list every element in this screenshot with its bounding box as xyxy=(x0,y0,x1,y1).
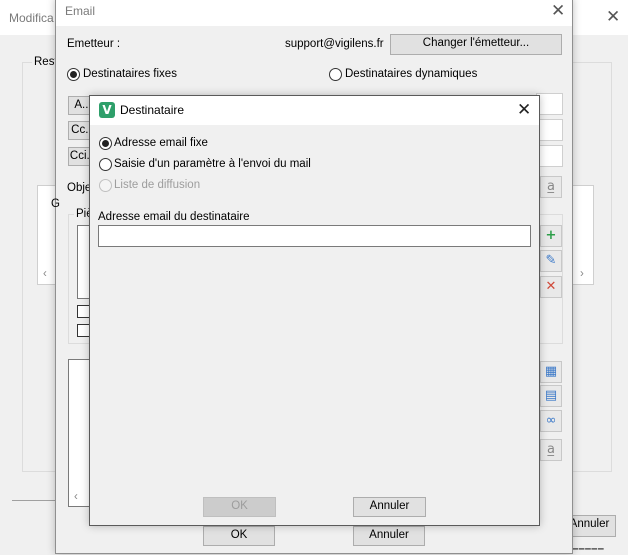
email-close-icon[interactable]: ✕ xyxy=(551,3,565,20)
email-titlebar xyxy=(56,0,572,26)
emetteur-value: support@vigilens.fr xyxy=(285,38,384,50)
background-scroll-right-icon[interactable]: › xyxy=(580,268,584,280)
radio-fixed-recipients[interactable] xyxy=(67,68,80,81)
recipient-dialog-title: Destinataire xyxy=(120,103,185,117)
change-sender-button[interactable]: Changer l'émetteur... xyxy=(390,34,562,55)
delete-attachment-icon[interactable]: ✕ xyxy=(540,276,562,298)
background-bottom-text: ––––– xyxy=(572,543,604,555)
radio-fixed-label: Destinataires fixes xyxy=(83,68,177,80)
email-ok-button[interactable]: OK xyxy=(203,526,275,546)
emetteur-label: Emetteur : xyxy=(67,38,121,50)
radio-distribution-list xyxy=(99,179,112,192)
email-cancel-label: Annuler xyxy=(369,529,409,541)
email-address-label: Adresse email du destinataire xyxy=(98,211,250,223)
email-window-title: Email xyxy=(65,4,96,18)
email-cancel-button[interactable]: Annuler xyxy=(353,526,425,546)
link-icon[interactable]: ∞ xyxy=(540,410,562,432)
to-field[interactable] xyxy=(536,93,563,115)
recipient-close-icon[interactable]: ✕ xyxy=(517,102,531,119)
recipient-dialog: V Destinataire ✕ Adresse email fixe Sais… xyxy=(89,95,540,526)
radio-dynamic-label: Destinataires dynamiques xyxy=(345,68,478,80)
spellcheck-icon[interactable]: a̲ xyxy=(540,176,562,198)
dialog-cancel-button[interactable]: Annuler xyxy=(353,497,426,517)
table-icon[interactable]: ▦ xyxy=(540,361,562,383)
background-scroll-left-icon[interactable]: ‹ xyxy=(43,268,47,280)
translate-icon[interactable]: a̲ xyxy=(540,439,562,461)
background-close-icon[interactable]: ✕ xyxy=(606,9,620,26)
group-label: G xyxy=(51,198,60,210)
cc-field[interactable] xyxy=(536,119,563,141)
dialog-ok-label: OK xyxy=(231,500,248,512)
radio-distribution-label: Liste de diffusion xyxy=(114,179,201,191)
dialog-cancel-label: Annuler xyxy=(369,500,410,512)
body-scroll-left-icon[interactable]: ‹ xyxy=(74,491,78,503)
add-attachment-icon[interactable]: + xyxy=(540,225,562,247)
email-ok-label: OK xyxy=(230,529,248,541)
radio-parameter-label: Saisie d'un paramètre à l'envoi du mail xyxy=(114,158,311,170)
edit-attachment-icon[interactable]: ✎ xyxy=(540,250,562,272)
email-address-input[interactable] xyxy=(98,225,531,247)
change-sender-label: Changer l'émetteur... xyxy=(422,37,530,49)
radio-dynamic-recipients[interactable] xyxy=(329,68,342,81)
radio-fixed-email[interactable] xyxy=(99,137,112,150)
cci-field[interactable] xyxy=(536,145,563,167)
radio-fixed-email-label: Adresse email fixe xyxy=(114,137,208,149)
background-cancel-label: Annuler xyxy=(569,518,610,530)
background-window-title: Modifica xyxy=(9,11,54,25)
radio-parameter-at-send[interactable] xyxy=(99,158,112,171)
object-label: Obje xyxy=(67,182,92,194)
dialog-ok-button[interactable]: OK xyxy=(203,497,276,517)
app-logo-icon: V xyxy=(99,102,115,118)
background-divider xyxy=(12,500,57,501)
calendar-icon[interactable]: ▤ xyxy=(540,385,562,407)
